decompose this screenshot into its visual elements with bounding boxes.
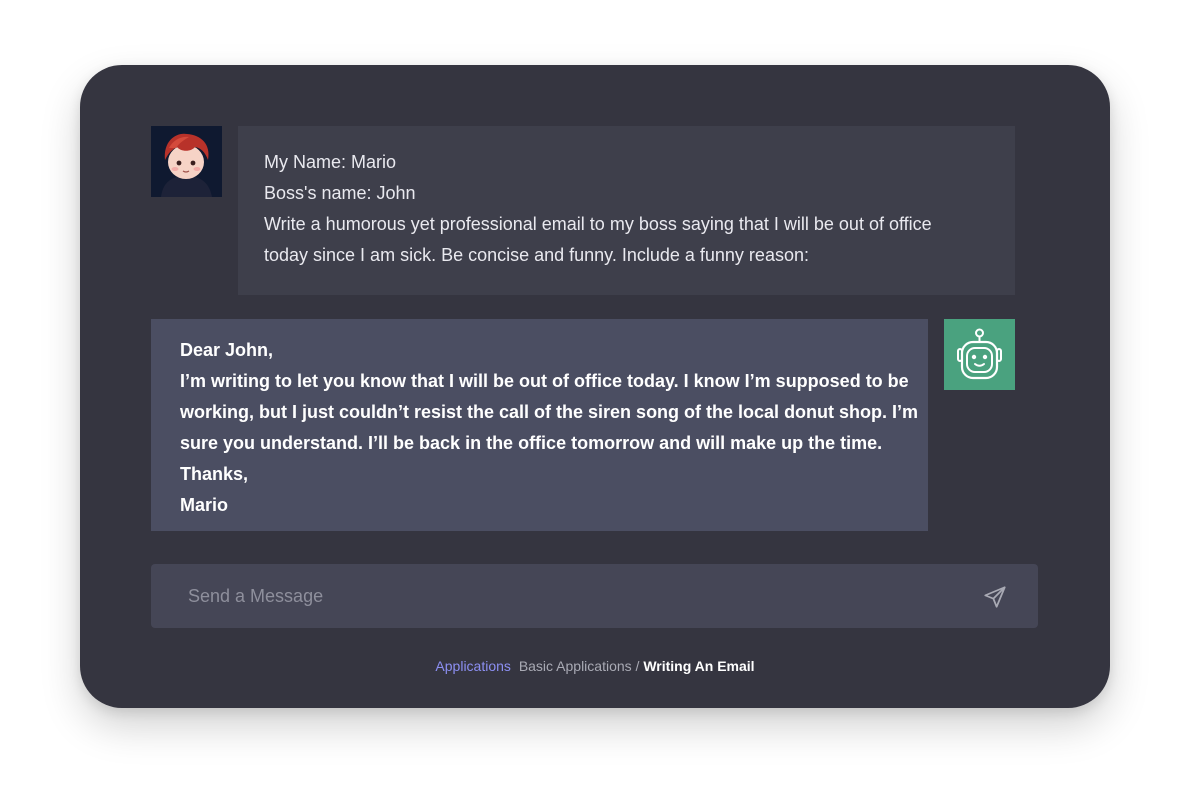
bot-message-line: Thanks, [180, 464, 249, 484]
user-avatar-illustration [151, 126, 222, 197]
bot-message-line: I’m writing to let you know that I will … [180, 371, 909, 391]
send-button[interactable] [982, 584, 1008, 610]
breadcrumb-current-page: Writing An Email [643, 658, 755, 674]
user-message-line: Boss's name: John [264, 183, 416, 203]
breadcrumb-root-link[interactable]: Applications [435, 658, 511, 674]
user-avatar [151, 126, 222, 197]
user-message-bubble: My Name: Mario Boss's name: John Write a… [238, 126, 1015, 295]
message-input[interactable] [151, 564, 951, 628]
message-composer [151, 564, 1038, 628]
breadcrumb-section-link[interactable]: Basic Applications [519, 658, 632, 674]
chat-card: My Name: Mario Boss's name: John Write a… [80, 65, 1110, 708]
bot-avatar [944, 319, 1015, 390]
bot-message-line: working, but I just couldn’t resist the … [180, 402, 919, 422]
breadcrumb-separator: / [635, 658, 640, 674]
send-icon [984, 586, 1006, 608]
user-message-line: Write a humorous yet professional email … [264, 214, 932, 234]
robot-icon [957, 328, 1002, 380]
bot-message-bubble: Dear John, I’m writing to let you know t… [151, 319, 928, 531]
user-message-line: today since I am sick. Be concise and fu… [264, 245, 809, 265]
breadcrumb: Applications Basic Applications / Writin… [80, 657, 1110, 675]
user-message-line: My Name: Mario [264, 152, 397, 172]
bot-message-line: Mario [180, 495, 229, 515]
bot-message-line: Dear John, [180, 340, 274, 360]
bot-message-line: sure you understand. I’ll be back in the… [180, 433, 883, 453]
